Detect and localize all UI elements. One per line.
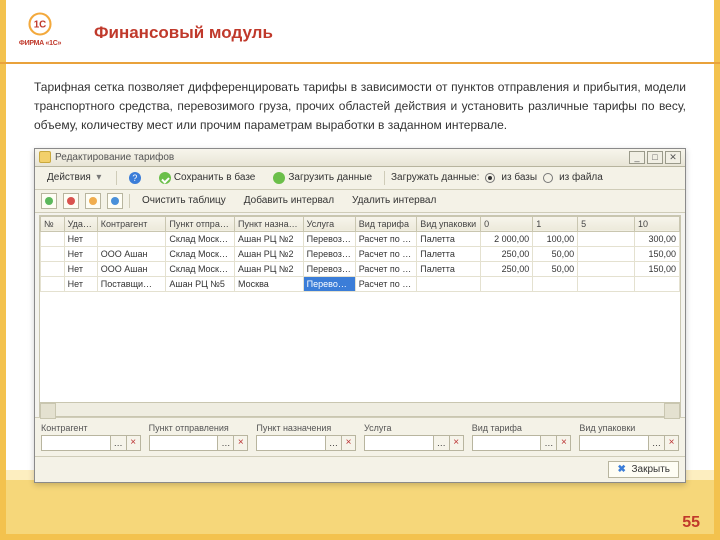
clear-filter-button[interactable]: × <box>342 435 356 451</box>
column-header[interactable]: 1 <box>533 216 578 231</box>
horizontal-scrollbar[interactable] <box>40 402 680 416</box>
clear-filter-button[interactable]: × <box>234 435 248 451</box>
save-icon <box>159 172 171 184</box>
column-header[interactable]: Уда… <box>64 216 97 231</box>
titlebar: Редактирование тарифов _ □ ✕ <box>35 149 685 167</box>
filter-input[interactable] <box>256 435 326 451</box>
logo-1c: 1С ФИРМА «1С» <box>10 10 70 56</box>
delete-row-button[interactable] <box>63 193 79 209</box>
column-header[interactable]: № <box>41 216 65 231</box>
load-data-label: Загружать данные: <box>391 172 479 183</box>
clear-filter-button[interactable]: × <box>557 435 571 451</box>
radio-from-file[interactable] <box>543 173 553 183</box>
column-header[interactable]: Вид тарифа <box>355 216 417 231</box>
help-button[interactable]: ? <box>123 170 147 186</box>
table-row[interactable]: НетООО АшанСклад Моск…Ашан РЦ №2Перевоз…… <box>41 261 680 276</box>
window-icon <box>39 151 51 163</box>
plus-icon <box>45 197 53 205</box>
lookup-button[interactable]: … <box>218 435 234 451</box>
column-header[interactable]: 10 <box>634 216 679 231</box>
table-row[interactable]: НетПоставщи…Ашан РЦ №5МоскваПерево…Расче… <box>41 276 680 291</box>
filter-input[interactable] <box>41 435 111 451</box>
close-window-button[interactable]: ✕ <box>665 151 681 164</box>
filter-label: Вид тарифа <box>472 423 572 433</box>
filter-input[interactable] <box>579 435 649 451</box>
filter-label: Пункт отправления <box>149 423 249 433</box>
minus-icon <box>67 197 75 205</box>
clear-table-button[interactable]: Очистить таблицу <box>136 193 232 208</box>
add-interval-button[interactable]: Добавить интервал <box>238 193 340 208</box>
pencil-icon <box>89 197 97 205</box>
filter-bar: Контрагент…×Пункт отправления…×Пункт наз… <box>35 417 685 456</box>
column-header[interactable]: 5 <box>578 216 635 231</box>
load-button[interactable]: Загрузить данные <box>267 170 378 186</box>
filter-label: Вид упаковки <box>579 423 679 433</box>
column-header[interactable]: Услуга <box>303 216 355 231</box>
table-row[interactable]: НетСклад Моск…Ашан РЦ №2Перевоз…Расчет п… <box>41 231 680 246</box>
lookup-button[interactable]: … <box>326 435 342 451</box>
clear-filter-button[interactable]: × <box>450 435 464 451</box>
svg-text:1С: 1С <box>34 20 47 31</box>
minimize-button[interactable]: _ <box>629 151 645 164</box>
lookup-button[interactable]: … <box>649 435 665 451</box>
logo-text: ФИРМА «1С» <box>19 40 61 47</box>
logo-icon: 1С <box>26 10 54 38</box>
slide-number: 55 <box>682 514 700 532</box>
clear-filter-button[interactable]: × <box>127 435 141 451</box>
column-header[interactable]: Вид упаковки <box>417 216 481 231</box>
toolbar-grid: Очистить таблицу Добавить интервал Удали… <box>35 190 685 213</box>
column-header[interactable]: 0 <box>481 216 533 231</box>
slide-title: Финансовый модуль <box>94 23 273 43</box>
refresh-icon <box>111 197 119 205</box>
actions-menu[interactable]: Действия▾ <box>41 170 110 185</box>
maximize-button[interactable]: □ <box>647 151 663 164</box>
help-icon: ? <box>129 172 141 184</box>
column-header[interactable]: Пункт отпра… <box>166 216 235 231</box>
tariff-grid[interactable]: №Уда…КонтрагентПункт отпра…Пункт назна…У… <box>39 215 681 417</box>
lookup-button[interactable]: … <box>541 435 557 451</box>
clear-filter-button[interactable]: × <box>665 435 679 451</box>
save-button[interactable]: Сохранить в базе <box>153 170 262 186</box>
lookup-button[interactable]: … <box>111 435 127 451</box>
lookup-button[interactable]: … <box>434 435 450 451</box>
filter-label: Контрагент <box>41 423 141 433</box>
filter-input[interactable] <box>149 435 219 451</box>
table-row[interactable]: НетООО АшанСклад Моск…Ашан РЦ №2Перевоз…… <box>41 246 680 261</box>
filter-label: Услуга <box>364 423 464 433</box>
refresh-button[interactable] <box>107 193 123 209</box>
column-header[interactable]: Контрагент <box>97 216 166 231</box>
edit-row-button[interactable] <box>85 193 101 209</box>
filter-label: Пункт назначения <box>256 423 356 433</box>
column-header[interactable]: Пункт назна… <box>235 216 304 231</box>
filter-input[interactable] <box>472 435 542 451</box>
add-row-button[interactable] <box>41 193 57 209</box>
close-icon: ✖ <box>617 464 627 474</box>
app-window: Редактирование тарифов _ □ ✕ Действия▾ ?… <box>34 148 686 483</box>
radio-from-db[interactable] <box>485 173 495 183</box>
filter-input[interactable] <box>364 435 434 451</box>
close-button[interactable]: ✖Закрыть <box>608 461 679 478</box>
slide-paragraph: Тарифная сетка позволяет дифференцироват… <box>34 78 686 136</box>
delete-interval-button[interactable]: Удалить интервал <box>346 193 442 208</box>
load-icon <box>273 172 285 184</box>
window-title: Редактирование тарифов <box>55 152 174 163</box>
toolbar-main: Действия▾ ? Сохранить в базе Загрузить д… <box>35 167 685 190</box>
